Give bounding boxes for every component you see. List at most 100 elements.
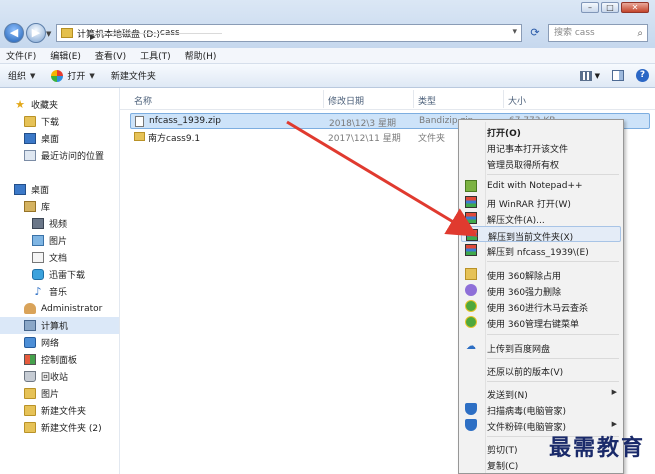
folder-icon [465, 268, 477, 280]
folder-icon [24, 405, 36, 416]
command-bar: 组织 ▼ 打开 ▼ 新建文件夹 ▼ ? [0, 64, 655, 88]
menu-item-extract-here[interactable]: 解压到当前文件夹(X) [461, 226, 621, 243]
star-icon: ★ [15, 98, 25, 111]
folder-icon [24, 116, 36, 127]
winrar-icon [465, 244, 477, 256]
menu-item-360-delete[interactable]: 使用 360强力删除 [461, 282, 621, 298]
shield-icon [465, 419, 477, 431]
column-type[interactable]: 类型 [418, 94, 436, 107]
360-shield-icon [465, 316, 477, 328]
maximize-button[interactable]: □ [601, 2, 619, 13]
title-bar: – □ ✕ ◀ ▶ ▼ ▶ 计算机 ▶ 本地磁盘 (D:) ▶ cass ▶ ▾… [0, 0, 655, 48]
menu-help[interactable]: 帮助(H) [185, 49, 217, 62]
recent-icon [24, 150, 36, 161]
sidebar-item-favorites[interactable]: ★ 收藏夹 [14, 96, 133, 113]
360-delete-icon [465, 284, 477, 296]
menu-item-360-manage[interactable]: 使用 360管理右键菜单 [461, 314, 621, 330]
menu-item-notepadpp[interactable]: Edit with Notepad++ [461, 178, 621, 194]
column-size[interactable]: 大小 [508, 94, 526, 107]
minimize-button[interactable]: – [581, 2, 599, 13]
new-folder-button[interactable]: 新建文件夹 [103, 69, 164, 82]
search-icon[interactable]: ⌕ [637, 26, 643, 42]
menu-item-winrar-open[interactable]: 用 WinRAR 打开(W) [461, 194, 621, 210]
file-date: 2018\12\3 星期 [329, 119, 397, 129]
library-icon [24, 201, 36, 212]
column-date[interactable]: 修改日期 [328, 94, 364, 107]
chevron-down-icon: ▼ [89, 71, 95, 80]
shield-icon [465, 403, 477, 415]
recycle-bin-icon [24, 371, 36, 382]
open-button[interactable]: 打开 ▼ [43, 69, 102, 82]
control-panel-icon [24, 354, 36, 365]
organize-button[interactable]: 组织 ▼ [0, 69, 43, 83]
search-input[interactable]: 搜索 cass ⌕ [548, 24, 648, 42]
menu-item-360-unlock[interactable]: 使用 360解除占用 [461, 266, 621, 282]
sidebar-item-desktop-root[interactable]: 桌面 [14, 181, 133, 198]
address-dropdown-icon[interactable]: ▾ [512, 27, 517, 37]
submenu-arrow-icon: ▶ [611, 388, 617, 396]
back-button[interactable]: ◀ [4, 23, 24, 43]
menu-item-scan-virus[interactable]: 扫描病毒(电脑管家) [461, 401, 621, 417]
winrar-icon [466, 229, 478, 241]
view-options-button[interactable]: ▼ [579, 70, 600, 81]
folder-icon [61, 28, 73, 38]
notepad-icon [465, 180, 477, 192]
document-icon [32, 252, 44, 263]
menu-view[interactable]: 查看(V) [95, 49, 126, 62]
download-icon [32, 269, 44, 280]
desktop-icon [24, 133, 36, 144]
file-type: 文件夹 [418, 134, 446, 144]
menu-item-open[interactable]: 打开(O) [461, 123, 621, 139]
menu-bar: 文件(F) 编辑(E) 查看(V) 工具(T) 帮助(H) [0, 48, 655, 64]
menu-file[interactable]: 文件(F) [6, 49, 36, 62]
360-icon [51, 69, 64, 82]
sidebar-item-computer[interactable]: 计算机 [0, 317, 119, 334]
desktop-icon [14, 184, 26, 195]
cloud-icon: ☁ [466, 341, 476, 352]
winrar-icon [465, 196, 477, 208]
menu-tools[interactable]: 工具(T) [140, 49, 171, 62]
menu-item-extract-to-folder[interactable]: 解压到 nfcass_1939\(E) [461, 242, 621, 258]
search-placeholder: 搜索 cass [554, 28, 595, 38]
view-icon [579, 70, 592, 81]
computer-icon [24, 320, 36, 331]
close-button[interactable]: ✕ [621, 2, 649, 13]
music-icon: ♪ [34, 285, 42, 298]
menu-item-360-scan[interactable]: 使用 360进行木马云查杀 [461, 298, 621, 314]
picture-icon [32, 235, 44, 246]
recent-pages-dropdown[interactable]: ▼ [46, 30, 51, 38]
file-name: 南方cass9.1 [148, 134, 201, 144]
folder-icon [24, 388, 36, 399]
folder-icon [134, 132, 145, 141]
menu-item-take-ownership[interactable]: 管理员取得所有权 [461, 155, 621, 171]
help-icon[interactable]: ? [636, 69, 649, 82]
context-menu: 打开(O) 用记事本打开该文件 管理员取得所有权 Edit with Notep… [458, 119, 624, 474]
breadcrumb: ▶ 计算机 ▶ 本地磁盘 (D:) ▶ cass ▶ [77, 27, 222, 41]
360-shield-icon [465, 300, 477, 312]
column-headers: 名称 修改日期 类型 大小 [120, 88, 655, 110]
network-icon [24, 337, 36, 348]
chevron-down-icon: ▼ [30, 71, 36, 80]
menu-item-open-notepad[interactable]: 用记事本打开该文件 [461, 139, 621, 155]
window-controls: – □ ✕ [581, 2, 649, 13]
video-icon [32, 218, 44, 229]
winrar-icon [465, 212, 477, 224]
submenu-arrow-icon: ▶ [611, 420, 617, 428]
menu-item-baidu-upload[interactable]: ☁ 上传到百度网盘 [461, 339, 621, 355]
menu-item-restore-versions[interactable]: 还原以前的版本(V) [461, 362, 621, 378]
zip-file-icon [135, 116, 144, 127]
file-name: nfcass_1939.zip [149, 116, 221, 126]
folder-icon [24, 422, 36, 433]
file-date: 2017\12\11 星期 [328, 134, 401, 144]
menu-item-extract-files[interactable]: 解压文件(A)... [461, 210, 621, 226]
column-name[interactable]: 名称 [134, 94, 152, 107]
refresh-icon[interactable]: ⟳ [526, 26, 544, 40]
forward-button[interactable]: ▶ [26, 23, 46, 43]
address-bar[interactable]: ▶ 计算机 ▶ 本地磁盘 (D:) ▶ cass ▶ ▾ [56, 24, 522, 42]
preview-pane-icon[interactable] [612, 70, 624, 81]
navigation-pane: ★ 收藏夹 下载 桌面 最近访问的位置 桌面 库 视频 图片 文档 迅雷下载 ♪ 音… [0, 88, 120, 474]
menu-item-send-to[interactable]: 发送到(N) ▶ [461, 385, 621, 401]
menu-edit[interactable]: 编辑(E) [50, 49, 81, 62]
user-icon [24, 303, 36, 314]
watermark: 最需教育 [548, 435, 645, 461]
